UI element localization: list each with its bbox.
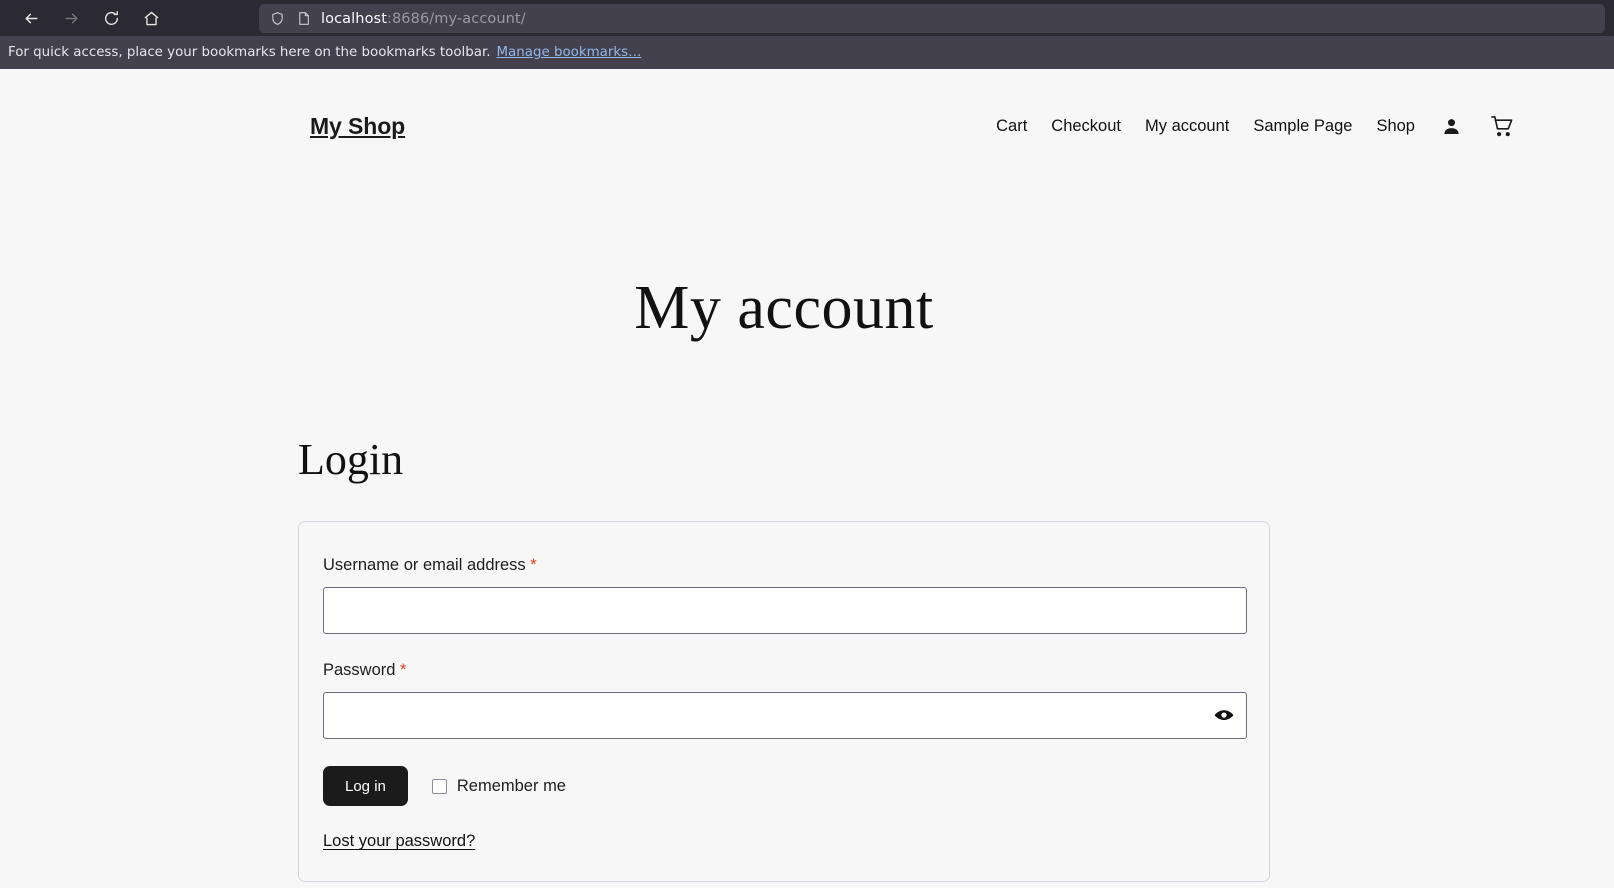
- back-button[interactable]: [18, 5, 44, 31]
- url-host: localhost: [321, 10, 387, 27]
- home-button[interactable]: [138, 5, 164, 31]
- remember-me-control[interactable]: Remember me: [431, 776, 566, 796]
- password-required-asterisk: *: [400, 661, 407, 679]
- page-content: My Shop Cart Checkout My account Sample …: [0, 69, 1614, 888]
- home-icon: [144, 11, 158, 25]
- page-title: My account: [634, 274, 934, 342]
- eye-icon: [1214, 710, 1234, 720]
- password-input[interactable]: [323, 692, 1247, 739]
- url-bar[interactable]: localhost:8686/my-account/: [259, 4, 1605, 33]
- forward-button[interactable]: [58, 5, 84, 31]
- account-link[interactable]: [1427, 116, 1476, 137]
- nav-item-checkout[interactable]: Checkout: [1039, 117, 1133, 136]
- shield-icon[interactable]: [269, 10, 286, 27]
- bookmarks-hint-text: For quick access, place your bookmarks h…: [8, 45, 491, 60]
- remember-me-label: Remember me: [456, 776, 566, 795]
- nav-item-my-account[interactable]: My account: [1133, 117, 1241, 136]
- password-field-group: Password *: [323, 661, 1247, 739]
- manage-bookmarks-link[interactable]: Manage bookmarks…: [497, 45, 642, 60]
- username-required-asterisk: *: [530, 556, 537, 574]
- reload-icon: [104, 10, 118, 25]
- form-actions: Log in Remember me: [323, 766, 1245, 806]
- shopping-cart-icon: [1491, 115, 1513, 136]
- browser-toolbar: localhost:8686/my-account/: [0, 0, 1614, 36]
- lost-password-link[interactable]: Lost your password?: [323, 832, 475, 851]
- bookmarks-toolbar: For quick access, place your bookmarks h…: [0, 36, 1614, 69]
- forward-arrow-icon: [64, 13, 78, 23]
- url-path: :8686/my-account/: [387, 10, 526, 27]
- site-header: My Shop Cart Checkout My account Sample …: [0, 69, 1568, 145]
- person-icon: [1444, 118, 1459, 134]
- page-document-icon[interactable]: [295, 10, 312, 27]
- nav-item-sample-page[interactable]: Sample Page: [1241, 117, 1364, 136]
- login-form: Username or email address * Password * L…: [298, 521, 1270, 882]
- password-input-wrapper: [323, 692, 1247, 739]
- username-label: Username or email address *: [323, 556, 1245, 575]
- nav-item-cart[interactable]: Cart: [984, 117, 1039, 136]
- account-content: Login Username or email address * Passwo…: [298, 434, 1270, 882]
- site-viewport: My Shop Cart Checkout My account Sample …: [0, 69, 1568, 882]
- username-input[interactable]: [323, 587, 1247, 634]
- reload-button[interactable]: [98, 5, 124, 31]
- nav-item-shop[interactable]: Shop: [1364, 117, 1427, 136]
- username-label-text: Username or email address: [323, 556, 526, 574]
- remember-me-checkbox[interactable]: [431, 778, 447, 794]
- site-logo[interactable]: My Shop: [310, 113, 405, 140]
- password-label-text: Password: [323, 661, 396, 679]
- back-arrow-icon: [24, 13, 38, 23]
- main-navigation: Cart Checkout My account Sample Page Sho…: [984, 115, 1528, 138]
- url-text: localhost:8686/my-account/: [321, 11, 526, 27]
- login-submit-button[interactable]: Log in: [323, 766, 408, 806]
- browser-nav-buttons: [10, 5, 164, 31]
- cart-link[interactable]: [1476, 115, 1528, 138]
- password-visibility-toggle[interactable]: [1213, 705, 1235, 727]
- password-label: Password *: [323, 661, 1245, 680]
- username-field-group: Username or email address *: [323, 556, 1247, 634]
- login-heading: Login: [298, 435, 404, 484]
